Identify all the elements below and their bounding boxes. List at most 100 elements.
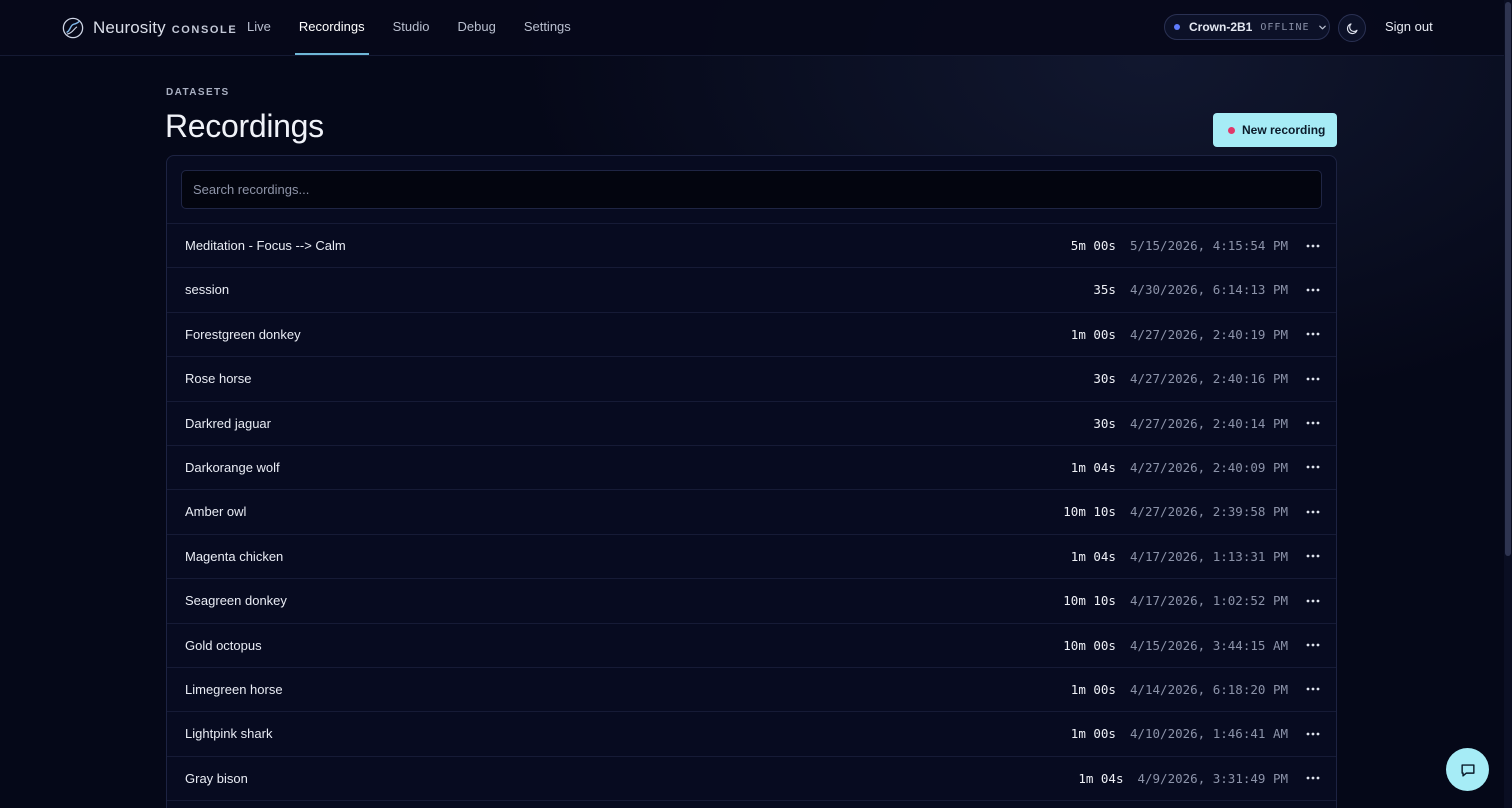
top-navigation-bar: Neurosity CONSOLE Live Recordings Studio De… <box>0 0 1512 56</box>
recording-name: Darkred jaguar <box>185 415 271 431</box>
sign-out-link[interactable]: Sign out <box>1385 19 1433 34</box>
record-dot-icon <box>1228 126 1235 134</box>
recording-row[interactable]: Limegreen horse 1m 00s 4/14/2026, 6:18:20 … <box>167 666 1336 711</box>
recording-row[interactable]: Forestgreen donkey 1m 00s 4/27/2026, 2:40:… <box>167 311 1336 356</box>
more-horizontal-icon[interactable] <box>1306 727 1320 741</box>
nav-tab-live[interactable]: Live <box>247 0 271 55</box>
recording-meta: 1m 00s 4/14/2026, 6:18:20 PM <box>1071 668 1320 711</box>
chevron-down-icon <box>1318 25 1326 29</box>
recording-duration: 10m 10s <box>1063 593 1116 609</box>
recording-duration: 1m 00s <box>1070 726 1116 742</box>
recording-row[interactable]: session 35s 4/30/2026, 6:14:13 PM <box>167 267 1336 311</box>
recording-row[interactable]: Seagreen donkey 10m 10s 4/17/2026, 1:02:52… <box>167 578 1336 622</box>
recording-meta: 1m 00s 4/27/2026, 2:40:19 PM <box>1071 313 1320 356</box>
more-horizontal-icon[interactable] <box>1306 460 1320 474</box>
recording-duration: 1m 04s <box>1070 548 1116 564</box>
recording-row[interactable]: Darkorange wolf 1m 04s 4/27/2026, 2:40:09 … <box>167 444 1336 489</box>
recording-date: 4/27/2026, 2:40:19 PM <box>1129 326 1288 342</box>
recording-name: Limegreen horse <box>185 681 283 697</box>
recording-date: 4/27/2026, 2:40:14 PM <box>1129 415 1288 431</box>
more-horizontal-icon[interactable] <box>1306 771 1320 785</box>
nav-tab-studio[interactable]: Studio <box>393 0 430 55</box>
device-selector[interactable]: Crown-2B1 OFFLINE <box>1164 14 1330 40</box>
recording-name: Meditation - Focus --> Calm <box>185 238 346 253</box>
recording-row[interactable]: Gray bison 1m 04s 4/9/2026, 3:31:49 PM <box>167 755 1336 800</box>
recording-row[interactable]: Lightpink shark 1m 00s 4/10/2026, 1:46:41 … <box>167 711 1336 755</box>
recording-date: 4/15/2026, 3:44:15 AM <box>1129 637 1288 653</box>
recording-date: 4/27/2026, 2:40:09 PM <box>1129 459 1288 475</box>
recording-date: 4/14/2026, 6:18:20 PM <box>1129 681 1288 697</box>
recording-duration: 10m 00s <box>1063 637 1116 653</box>
recording-name: Forestgreen donkey <box>185 326 301 342</box>
recording-duration: 1m 00s <box>1070 326 1116 342</box>
device-status-dot <box>1174 24 1180 30</box>
recording-date: 4/27/2026, 2:39:58 PM <box>1129 504 1288 520</box>
chat-button[interactable] <box>1446 748 1489 791</box>
recording-duration: 10m 10s <box>1063 504 1116 520</box>
recording-name: Magenta chicken <box>185 548 284 564</box>
more-horizontal-icon[interactable] <box>1306 416 1320 430</box>
recording-date: 4/17/2026, 1:02:52 PM <box>1129 593 1288 609</box>
recording-meta: 30s 4/27/2026, 2:40:16 PM <box>1093 357 1320 400</box>
recording-duration: 5m 00s <box>1070 238 1116 253</box>
more-horizontal-icon[interactable] <box>1306 549 1320 563</box>
recording-row[interactable]: Amber owl 10m 10s 4/27/2026, 2:39:58 PM <box>167 489 1336 533</box>
recording-row[interactable]: Darkred jaguar 30s 4/27/2026, 2:40:14 PM <box>167 400 1336 445</box>
chat-bubble-icon <box>1460 763 1475 777</box>
search-input[interactable] <box>181 170 1322 209</box>
moon-icon <box>1346 22 1358 34</box>
brand-name: Neurosity <box>93 18 166 37</box>
recordings-list: Meditation - Focus --> Calm 5m 00s 5/15/20… <box>167 223 1336 808</box>
brand[interactable]: Neurosity CONSOLE <box>62 16 237 40</box>
recording-meta <box>1288 801 1320 808</box>
recording-row[interactable]: Meditation - Focus --> Calm 5m 00s 5/15/20… <box>167 223 1336 267</box>
recording-row[interactable]: Rose horse 30s 4/27/2026, 2:40:16 PM <box>167 356 1336 400</box>
main-nav: Live Recordings Studio Debug Settings <box>247 0 599 55</box>
nav-tab-debug[interactable]: Debug <box>458 0 496 55</box>
recording-date: 4/30/2026, 6:14:13 PM <box>1129 282 1288 298</box>
more-horizontal-icon[interactable] <box>1306 327 1320 341</box>
recording-meta: 1m 04s 4/27/2026, 2:40:09 PM <box>1071 446 1320 489</box>
neurosity-logo <box>62 17 84 39</box>
recording-date: 4/9/2026, 3:31:49 PM <box>1137 770 1288 786</box>
recording-row[interactable] <box>167 800 1336 808</box>
page-title: Recordings <box>165 108 324 144</box>
recording-duration: 1m 04s <box>1070 459 1116 475</box>
recording-meta: 10m 10s 4/17/2026, 1:02:52 PM <box>1063 579 1320 622</box>
more-horizontal-icon[interactable] <box>1306 682 1320 696</box>
recording-meta: 10m 00s 4/15/2026, 3:44:15 AM <box>1063 624 1320 667</box>
more-horizontal-icon[interactable] <box>1306 283 1320 297</box>
recording-name: Rose horse <box>185 371 252 387</box>
recording-name: Darkorange wolf <box>185 459 280 475</box>
recording-duration: 1m 04s <box>1078 770 1124 786</box>
recording-meta: 35s 4/30/2026, 6:14:13 PM <box>1093 268 1320 311</box>
recording-name: Lightpink shark <box>185 726 273 742</box>
more-horizontal-icon[interactable] <box>1306 239 1320 253</box>
brand-suffix: CONSOLE <box>171 23 238 36</box>
recording-name: Gold octopus <box>185 637 262 653</box>
recording-date: 4/17/2026, 1:13:31 PM <box>1129 548 1288 564</box>
more-horizontal-icon[interactable] <box>1306 372 1320 386</box>
more-horizontal-icon[interactable] <box>1306 594 1320 608</box>
recording-duration: 35s <box>1093 282 1116 298</box>
recordings-panel: Meditation - Focus --> Calm 5m 00s 5/15/20… <box>166 155 1337 808</box>
nav-tab-recordings[interactable]: Recordings <box>294 0 369 55</box>
recording-duration: 30s <box>1093 415 1116 431</box>
recording-meta: 1m 04s 4/9/2026, 3:31:49 PM <box>1078 757 1320 800</box>
recording-row[interactable]: Gold octopus 10m 00s 4/15/2026, 3:44:15 AM <box>167 622 1336 667</box>
new-recording-button[interactable]: New recording <box>1213 113 1337 147</box>
new-recording-label: New recording <box>1242 123 1326 137</box>
more-horizontal-icon[interactable] <box>1306 505 1320 519</box>
recording-meta: 5m 00s 5/15/2026, 4:15:54 PM <box>1071 224 1320 267</box>
recording-meta: 30s 4/27/2026, 2:40:14 PM <box>1093 402 1320 445</box>
recording-name: Seagreen donkey <box>185 593 287 609</box>
page-scrollbar[interactable] <box>1504 0 1512 808</box>
scrollbar-thumb[interactable] <box>1505 2 1511 556</box>
theme-toggle-button[interactable] <box>1338 14 1366 42</box>
recording-name: session <box>185 282 230 298</box>
recording-name: Amber owl <box>185 504 247 520</box>
section-eyebrow: DATASETS <box>166 87 230 98</box>
nav-tab-settings[interactable]: Settings <box>524 0 571 55</box>
more-horizontal-icon[interactable] <box>1306 638 1320 652</box>
recording-row[interactable]: Magenta chicken 1m 04s 4/17/2026, 1:13:31 … <box>167 533 1336 578</box>
